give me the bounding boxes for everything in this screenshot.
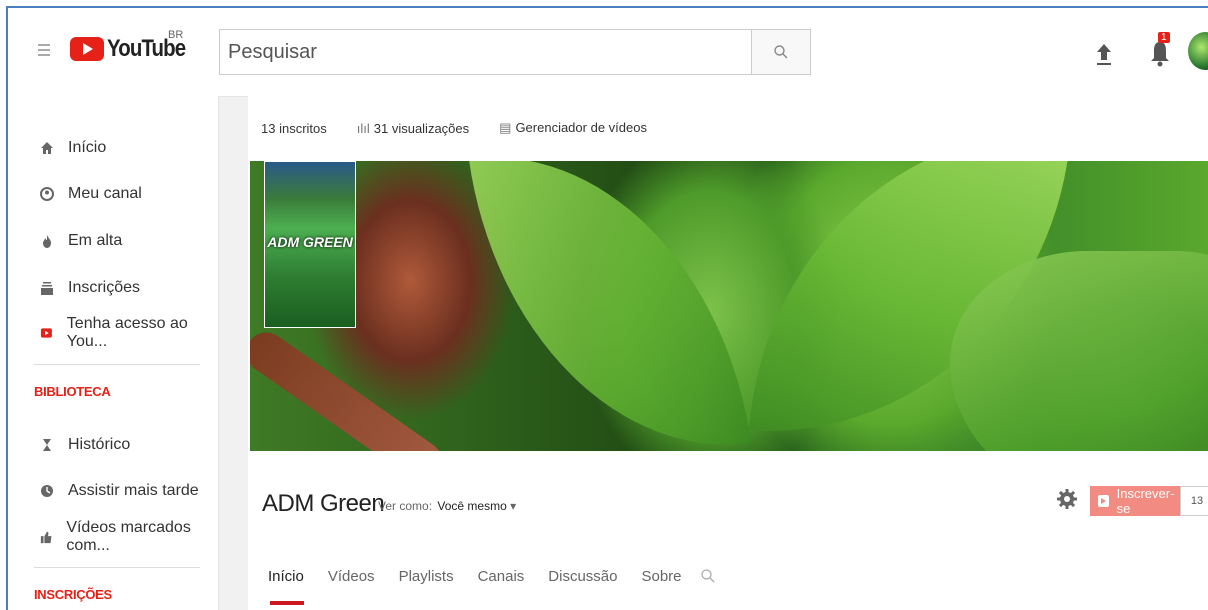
upload-icon[interactable] <box>1092 38 1116 68</box>
sidebar-item-label: Inscrições <box>68 279 141 296</box>
hourglass-icon <box>43 439 51 451</box>
flame-icon <box>43 235 51 248</box>
channel-name: ADM Green <box>262 490 385 517</box>
youtube-logo[interactable]: YouTube BR <box>70 29 199 63</box>
channel-banner: ADM GREEN <box>250 161 1208 451</box>
library-heading: BIBLIOTECA <box>34 384 111 399</box>
tab-discussao[interactable]: Discussão <box>548 568 617 585</box>
sidebar-item-meu-canal[interactable]: Meu canal <box>8 181 142 207</box>
region-code: BR <box>168 29 184 41</box>
sidebar-item-inscricoes[interactable]: Inscrições <box>8 275 140 301</box>
channel-page: 13 inscritos ılıl 31 visualizações ▤ Geren… <box>248 96 1208 610</box>
home-icon <box>41 142 53 154</box>
search-icon[interactable] <box>700 568 716 584</box>
tab-playlists[interactable]: Playlists <box>399 568 454 585</box>
tab-canais[interactable]: Canais <box>478 568 525 585</box>
sidebar-item-historico[interactable]: Histórico <box>8 432 130 458</box>
play-logo-icon <box>70 37 104 61</box>
view-as-value: Você mesmo <box>437 499 507 513</box>
tab-sobre[interactable]: Sobre <box>641 568 681 585</box>
subscriber-count[interactable]: 13 inscritos <box>261 121 327 136</box>
notification-badge: 1 <box>1158 32 1170 43</box>
sidebar-item-label: Início <box>68 139 107 156</box>
sidebar-item-label: Meu canal <box>68 185 142 202</box>
app-window: YouTube BR 1 Início Meu canal Em alta <box>6 6 1208 610</box>
sidebar-item-em-alta[interactable]: Em alta <box>8 228 122 254</box>
search-button[interactable] <box>751 30 810 74</box>
video-manager-icon: ▤ <box>499 120 512 135</box>
video-manager-link[interactable]: ▤ Gerenciador de vídeos <box>499 120 647 136</box>
subscriptions-icon <box>41 282 53 295</box>
subscriptions-heading: INSCRIÇÕES <box>34 587 112 602</box>
sidebar-divider <box>34 364 200 365</box>
notifications-button[interactable]: 1 <box>1148 32 1172 68</box>
search-input[interactable] <box>220 30 751 74</box>
clock-icon <box>41 485 53 497</box>
tab-inicio[interactable]: Início <box>268 568 304 585</box>
banner-leaf <box>468 161 752 451</box>
subscribe-button[interactable]: Inscrever-se <box>1090 486 1180 516</box>
youtube-red-icon <box>40 328 52 338</box>
sidebar-item-label: Vídeos marcados com... <box>66 519 191 554</box>
tab-videos[interactable]: Vídeos <box>328 568 375 585</box>
avatar[interactable] <box>1188 32 1208 70</box>
thumbs-up-icon <box>40 531 52 544</box>
search-box <box>219 29 811 75</box>
banner-branch <box>250 324 450 451</box>
sidebar-item-assistir-mais-tarde[interactable]: Assistir mais tarde <box>8 478 199 504</box>
channel-stats: 13 inscritos ılıl 31 visualizações ▤ Geren… <box>261 120 647 136</box>
bar-chart-icon: ılıl <box>356 120 370 136</box>
sidebar-item-videos-marcados[interactable]: Vídeos marcados com... <box>8 519 218 554</box>
channel-avatar[interactable]: ADM GREEN <box>264 161 356 328</box>
dropdown-arrow-icon: ▾ <box>510 499 517 513</box>
channel-avatar-label: ADM GREEN <box>267 234 353 250</box>
masthead: YouTube BR 1 <box>8 8 1208 97</box>
views-link[interactable]: ılıl 31 visualizações <box>357 121 469 136</box>
sidebar-item-youtube-red[interactable]: Tenha acesso ao You... <box>8 315 218 350</box>
view-as-dropdown[interactable]: Ver como: Você mesmo ▾ <box>378 499 516 513</box>
sidebar-item-label: Assistir mais tarde <box>68 482 199 499</box>
channel-tabs: Início Vídeos Playlists Canais Discussão… <box>268 568 716 585</box>
sidebar-item-label: Histórico <box>68 436 131 453</box>
guide-sidebar: Início Meu canal Em alta Inscrições Tenh… <box>8 96 219 610</box>
sidebar-item-inicio[interactable]: Início <box>8 135 106 161</box>
gear-icon[interactable] <box>1056 488 1078 510</box>
youtube-play-icon <box>1098 495 1109 507</box>
person-icon <box>40 187 54 201</box>
sidebar-item-label: Em alta <box>68 232 123 249</box>
menu-icon[interactable] <box>38 44 50 56</box>
search-icon <box>774 45 788 59</box>
sidebar-divider <box>34 567 200 568</box>
active-tab-indicator <box>270 601 304 605</box>
subscriber-count-badge: 13 <box>1180 486 1208 516</box>
sidebar-item-label: Tenha acesso ao You... <box>66 315 188 350</box>
